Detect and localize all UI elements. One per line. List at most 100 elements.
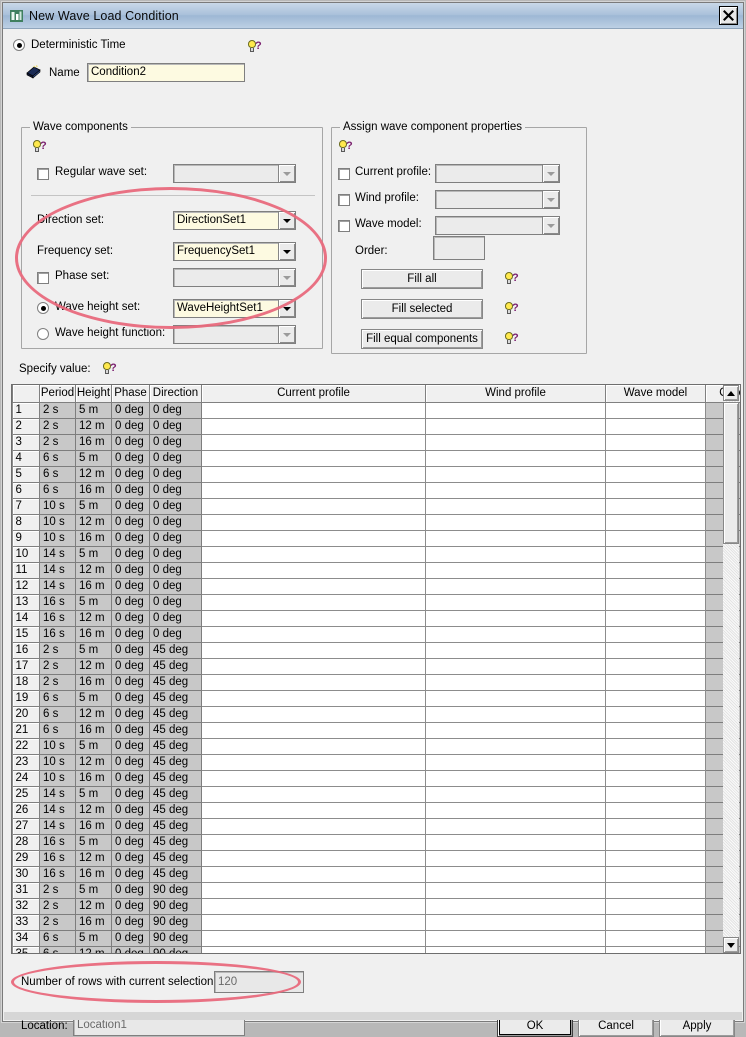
table-cell-height[interactable]: 12 m bbox=[75, 706, 112, 723]
table-row-number[interactable]: 35 bbox=[12, 946, 40, 953]
table-row-number[interactable]: 25 bbox=[12, 786, 40, 803]
table-cell-phase[interactable]: 0 deg bbox=[111, 514, 150, 531]
table-cell-current-profile[interactable] bbox=[201, 402, 426, 419]
table-cell-direction[interactable]: 90 deg bbox=[149, 882, 202, 899]
table-cell-direction[interactable]: 90 deg bbox=[149, 898, 202, 915]
table-cell-wind-profile[interactable] bbox=[425, 898, 606, 915]
chevron-down-icon-current-profile[interactable] bbox=[542, 165, 559, 182]
table-vertical-scrollbar[interactable] bbox=[723, 385, 739, 953]
table-cell-height[interactable]: 16 m bbox=[75, 770, 112, 787]
table-row-number[interactable]: 20 bbox=[12, 706, 40, 723]
table-column-header-wave-model[interactable]: Wave model bbox=[605, 385, 706, 403]
table-cell-wind-profile[interactable] bbox=[425, 706, 606, 723]
table-cell-period[interactable]: 16 s bbox=[39, 594, 76, 611]
table-cell-wind-profile[interactable] bbox=[425, 770, 606, 787]
table-row[interactable]: 12 14 s 16 m0 deg 0 deg bbox=[12, 578, 740, 595]
table-cell-direction[interactable]: 45 deg bbox=[149, 658, 202, 675]
table-cell-wave-model[interactable] bbox=[605, 754, 706, 771]
table-cell-phase[interactable]: 0 deg bbox=[111, 738, 150, 755]
table-row[interactable]: 18 2 s 16 m0 deg 45 deg bbox=[12, 674, 740, 691]
table-cell-direction[interactable]: 45 deg bbox=[149, 754, 202, 771]
table-cell-current-profile[interactable] bbox=[201, 690, 426, 707]
table-cell-current-profile[interactable] bbox=[201, 770, 426, 787]
table-cell-height[interactable]: 16 m bbox=[75, 914, 112, 931]
table-row[interactable]: 30 16 s 16 m0 deg 45 deg bbox=[12, 866, 740, 883]
table-cell-wind-profile[interactable] bbox=[425, 818, 606, 835]
table-cell-height[interactable]: 12 m bbox=[75, 418, 112, 435]
table-cell-wind-profile[interactable] bbox=[425, 418, 606, 435]
table-cell-height[interactable]: 16 m bbox=[75, 434, 112, 451]
table-cell-height[interactable]: 5 m bbox=[75, 738, 112, 755]
table-row-number[interactable]: 1 bbox=[12, 402, 40, 419]
order-input[interactable] bbox=[433, 236, 485, 260]
table-cell-wind-profile[interactable] bbox=[425, 946, 606, 953]
table-cell-wind-profile[interactable] bbox=[425, 626, 606, 643]
table-cell-height[interactable]: 16 m bbox=[75, 722, 112, 739]
table-row[interactable]: 35 6 s 12 m0 deg 90 deg bbox=[12, 946, 740, 953]
table-cell-period[interactable]: 16 s bbox=[39, 850, 76, 867]
table-cell-wind-profile[interactable] bbox=[425, 834, 606, 851]
table-cell-phase[interactable]: 0 deg bbox=[111, 690, 150, 707]
table-cell-wave-model[interactable] bbox=[605, 914, 706, 931]
table-cell-wave-model[interactable] bbox=[605, 674, 706, 691]
table-cell-phase[interactable]: 0 deg bbox=[111, 498, 150, 515]
table-cell-phase[interactable]: 0 deg bbox=[111, 914, 150, 931]
table-row[interactable]: 27 14 s 16 m0 deg 45 deg bbox=[12, 818, 740, 835]
table-cell-wind-profile[interactable] bbox=[425, 850, 606, 867]
table-row-number[interactable]: 13 bbox=[12, 594, 40, 611]
table-row-number[interactable]: 22 bbox=[12, 738, 40, 755]
table-cell-current-profile[interactable] bbox=[201, 802, 426, 819]
table-cell-wave-model[interactable] bbox=[605, 690, 706, 707]
wave-model-combo[interactable] bbox=[435, 216, 560, 235]
table-row[interactable]: 20 6 s 12 m0 deg 45 deg bbox=[12, 706, 740, 723]
table-row[interactable]: 56 s 12 m0 deg 0 deg bbox=[12, 466, 740, 483]
table-cell-period[interactable]: 14 s bbox=[39, 546, 76, 563]
table-cell-current-profile[interactable] bbox=[201, 754, 426, 771]
table-cell-current-profile[interactable] bbox=[201, 610, 426, 627]
table-cell-wave-model[interactable] bbox=[605, 818, 706, 835]
help-bulb-icon-fill-equal[interactable]: ? bbox=[503, 332, 519, 346]
regular-wave-set-combo[interactable] bbox=[173, 164, 296, 183]
chevron-down-icon-wave-height-function[interactable] bbox=[278, 326, 295, 343]
table-row[interactable]: 15 16 s 16 m0 deg 0 deg bbox=[12, 626, 740, 643]
table-cell-height[interactable]: 16 m bbox=[75, 626, 112, 643]
table-cell-wave-model[interactable] bbox=[605, 562, 706, 579]
table-cell-direction[interactable]: 45 deg bbox=[149, 850, 202, 867]
table-cell-wind-profile[interactable] bbox=[425, 610, 606, 627]
table-cell-wind-profile[interactable] bbox=[425, 722, 606, 739]
table-cell-direction[interactable]: 0 deg bbox=[149, 562, 202, 579]
table-row[interactable]: 23 10 s 12 m0 deg 45 deg bbox=[12, 754, 740, 771]
table-row-number[interactable]: 17 bbox=[12, 658, 40, 675]
table-cell-phase[interactable]: 0 deg bbox=[111, 674, 150, 691]
table-cell-wave-model[interactable] bbox=[605, 882, 706, 899]
table-cell-wind-profile[interactable] bbox=[425, 402, 606, 419]
table-cell-phase[interactable]: 0 deg bbox=[111, 946, 150, 953]
table-cell-phase[interactable]: 0 deg bbox=[111, 834, 150, 851]
table-row[interactable]: 9 10 s 16 m0 deg 0 deg bbox=[12, 530, 740, 547]
table-cell-wind-profile[interactable] bbox=[425, 690, 606, 707]
table-cell-direction[interactable]: 45 deg bbox=[149, 642, 202, 659]
table-cell-wave-model[interactable] bbox=[605, 626, 706, 643]
table-cell-wind-profile[interactable] bbox=[425, 482, 606, 499]
table-row[interactable]: 10 14 s5 m0 deg 0 deg bbox=[12, 546, 740, 563]
table-cell-wave-model[interactable] bbox=[605, 850, 706, 867]
table-cell-direction[interactable]: 90 deg bbox=[149, 930, 202, 947]
name-input[interactable]: Condition2 bbox=[87, 63, 245, 82]
wave-height-set-combo[interactable]: WaveHeightSet1 bbox=[173, 299, 296, 318]
table-row[interactable]: 11 14 s 12 m0 deg 0 deg bbox=[12, 562, 740, 579]
table-cell-current-profile[interactable] bbox=[201, 498, 426, 515]
table-column-header-current-profile[interactable]: Current profile bbox=[201, 385, 426, 403]
table-cell-direction[interactable]: 0 deg bbox=[149, 626, 202, 643]
table-cell-period[interactable]: 6 s bbox=[39, 466, 76, 483]
table-cell-direction[interactable]: 45 deg bbox=[149, 674, 202, 691]
table-cell-height[interactable]: 16 m bbox=[75, 530, 112, 547]
table-cell-current-profile[interactable] bbox=[201, 834, 426, 851]
chevron-down-icon-wave-height-set[interactable] bbox=[278, 300, 295, 317]
table-cell-wind-profile[interactable] bbox=[425, 674, 606, 691]
table-cell-height[interactable]: 5 m bbox=[75, 690, 112, 707]
current-profile-checkbox[interactable] bbox=[338, 168, 350, 180]
table-cell-period[interactable]: 16 s bbox=[39, 834, 76, 851]
table-cell-wind-profile[interactable] bbox=[425, 754, 606, 771]
table-cell-direction[interactable]: 45 deg bbox=[149, 738, 202, 755]
table-cell-phase[interactable]: 0 deg bbox=[111, 642, 150, 659]
